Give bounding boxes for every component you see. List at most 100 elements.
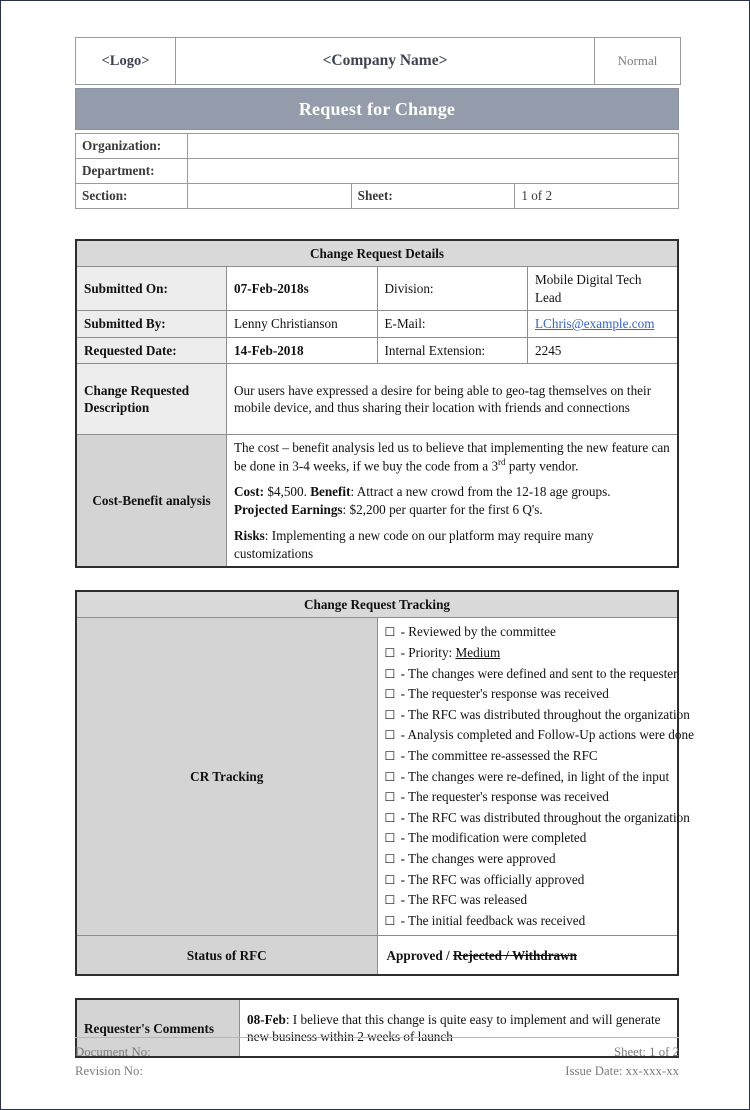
page-title: Request for Change [298, 98, 456, 119]
description-value[interactable]: Our users have expressed a desire for be… [226, 363, 679, 436]
details-section-title: Change Request Details [75, 239, 679, 268]
checklist-item-label: - The initial feedback was received [397, 912, 586, 928]
checklist-item-label: - The changes were re-defined, in light … [397, 768, 670, 784]
checklist-item-label: - Priority: [397, 645, 456, 661]
logo-placeholder: <Logo> [75, 37, 176, 85]
division-label: Division: [376, 266, 528, 312]
cost-value: $4,500. [264, 484, 311, 500]
submitted-by-value[interactable]: Lenny Christianson [226, 310, 378, 338]
footer-row-2: Revision No: Issue Date: xx-xxx-xx [75, 1062, 679, 1081]
sheet-label: Sheet: [350, 183, 516, 209]
internal-extension-label: Internal Extension: [376, 336, 528, 365]
checklist-item[interactable]: ☐ - The initial feedback was received [385, 911, 671, 932]
division-value[interactable]: Mobile Digital Tech Lead [527, 266, 679, 312]
department-value[interactable] [187, 158, 679, 184]
document-header: <Logo> <Company Name> Normal Request for… [75, 37, 681, 209]
checkbox-icon[interactable]: ☐ [385, 749, 396, 763]
checkbox-icon[interactable]: ☐ [385, 831, 396, 845]
checklist-item-label: - Analysis completed and Follow-Up actio… [397, 727, 694, 743]
email-label: E-Mail: [376, 310, 528, 338]
checklist-item-label: - Reviewed by the committee [397, 624, 556, 640]
checkbox-icon[interactable]: ☐ [385, 708, 396, 722]
section-value[interactable] [187, 183, 352, 209]
checklist-item[interactable]: ☐ - The committee re-assessed the RFC [385, 746, 671, 767]
comment-date: 08-Feb [247, 1011, 286, 1027]
checkbox-icon[interactable]: ☐ [385, 687, 396, 701]
checkbox-icon[interactable]: ☐ [385, 893, 396, 907]
checklist-item[interactable]: ☐ - The changes were defined and sent to… [385, 664, 678, 685]
tracking-section-header: Change Request Tracking [75, 590, 679, 619]
checklist-item[interactable]: ☐ - Analysis completed and Follow-Up act… [385, 725, 694, 746]
organization-label: Organization: [75, 133, 188, 159]
checkbox-icon[interactable]: ☐ [385, 873, 396, 887]
section-label: Section: [75, 183, 188, 209]
submitted-on-value[interactable]: 07-Feb-2018s [226, 266, 378, 312]
checkbox-icon[interactable]: ☐ [385, 770, 396, 784]
checklist-item[interactable]: ☐ - Priority: Medium [385, 643, 671, 664]
checkbox-icon[interactable]: ☐ [385, 852, 396, 866]
checklist-item-label: - The modification were completed [397, 830, 587, 846]
organization-row: Organization: [75, 133, 679, 159]
cr-tracking-label: CR Tracking [75, 617, 378, 937]
document-footer: Document No: Sheet: 1 of 2 Revision No: … [75, 1037, 679, 1080]
change-request-tracking-table: Change Request Tracking CR Tracking ☐ - … [75, 590, 694, 977]
header-row: <Logo> <Company Name> Normal [75, 37, 681, 85]
checklist-item-label: - The committee re-assessed the RFC [397, 748, 598, 764]
risks-value: : Implementing a new code on our platfor… [234, 528, 594, 561]
checkbox-icon[interactable]: ☐ [385, 646, 396, 660]
checklist-item[interactable]: ☐ - Reviewed by the committee [385, 622, 671, 643]
checkbox-icon[interactable]: ☐ [385, 728, 396, 742]
checklist-item[interactable]: ☐ - The changes were approved [385, 849, 671, 870]
checkbox-icon[interactable]: ☐ [385, 790, 396, 804]
checklist-item[interactable]: ☐ - The requester's response was receive… [385, 787, 671, 808]
checklist-container: ☐ - Reviewed by the committee ☐ - Priorit… [385, 622, 694, 932]
footer-row-1: Document No: Sheet: 1 of 2 [75, 1043, 679, 1062]
checklist-item[interactable]: ☐ - The requester's response was receive… [385, 684, 671, 705]
footer-issue-date: Issue Date: xx-xxx-xx [565, 1063, 679, 1078]
checkbox-icon[interactable]: ☐ [385, 914, 396, 928]
cost-label: Cost: [234, 484, 265, 500]
benefit-label: Benefit [310, 484, 351, 500]
table-row: Status of RFC Approved / Rejected / With… [75, 935, 679, 976]
cost-benefit-para-3: Risks: Implementing a new code on our pl… [234, 527, 670, 562]
cb-para1-a: The cost – benefit analysis led us to be… [234, 440, 670, 473]
cost-benefit-label: Cost-Benefit analysis [75, 434, 227, 568]
checklist-item[interactable]: ☐ - The modification were completed [385, 828, 671, 849]
organization-value[interactable] [187, 133, 679, 159]
status-of-rfc-value[interactable]: Approved / Rejected / Withdrawn [376, 935, 679, 976]
table-row: CR Tracking ☐ - Reviewed by the committe… [75, 617, 694, 937]
table-row: Submitted On: 07-Feb-2018s Division: Mob… [75, 266, 679, 312]
table-row: Requested Date: 14-Feb-2018 Internal Ext… [75, 336, 679, 365]
change-request-details-table: Change Request Details Submitted On: 07-… [75, 239, 679, 569]
checkbox-icon[interactable]: ☐ [385, 811, 396, 825]
email-value-cell: LChris@example.com [527, 310, 679, 338]
status-approved: Approved / [386, 947, 453, 963]
checklist-item-value[interactable]: Medium [456, 645, 501, 660]
checklist-item[interactable]: ☐ - The RFC was released [385, 890, 671, 911]
earnings-label: Projected Earnings [234, 501, 343, 517]
submitted-by-label: Submitted By: [75, 310, 227, 338]
email-link[interactable]: LChris@example.com [535, 316, 654, 331]
checklist-item[interactable]: ☐ - The RFC was officially approved [385, 870, 671, 891]
checklist-item[interactable]: ☐ - The RFC was distributed throughout t… [385, 705, 690, 726]
checkbox-icon[interactable]: ☐ [385, 625, 396, 639]
cost-benefit-value[interactable]: The cost – benefit analysis led us to be… [226, 434, 679, 568]
checklist-item[interactable]: ☐ - The RFC was distributed throughout t… [385, 808, 690, 829]
checkbox-icon[interactable]: ☐ [385, 667, 396, 681]
internal-extension-value[interactable]: 2245 [527, 336, 679, 365]
cb-ordinal-suffix: rd [498, 456, 506, 467]
checklist-item[interactable]: ☐ - The changes were re-defined, in ligh… [385, 767, 671, 788]
header-table: <Logo> <Company Name> Normal [75, 37, 681, 85]
status-rejected-withdrawn: Rejected / Withdrawn [452, 947, 578, 963]
sheet-value: 1 of 2 [514, 183, 679, 209]
department-row: Department: [75, 158, 679, 184]
document-page: <Logo> <Company Name> Normal Request for… [1, 1, 750, 1109]
details-section-header: Change Request Details [75, 239, 679, 268]
submitted-on-label: Submitted On: [75, 266, 227, 312]
checklist-item-label: - The RFC was distributed throughout the… [397, 706, 690, 722]
cb-para1-b: party vendor. [505, 457, 579, 473]
document-no-label: Document No: [75, 1045, 151, 1059]
requested-date-value[interactable]: 14-Feb-2018 [226, 336, 378, 365]
